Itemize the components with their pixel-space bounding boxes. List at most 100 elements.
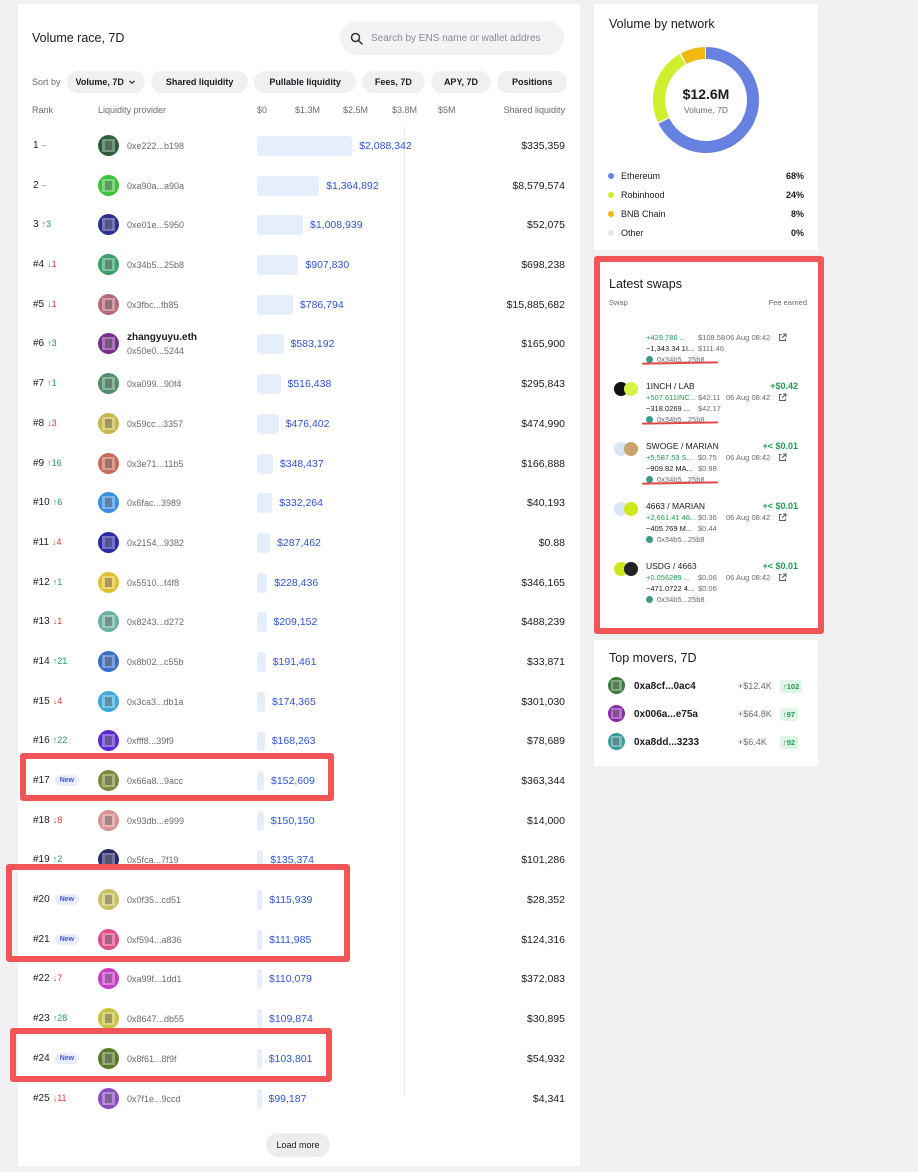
avatar[interactable] (98, 770, 119, 791)
avatar[interactable] (98, 730, 119, 752)
avatar[interactable] (98, 1008, 119, 1030)
table-row[interactable]: #7 ↑1 0xa099...90f4 $516,438 $295,843 (18, 364, 580, 404)
provider-address[interactable]: 0x0f35...cd51 (127, 895, 181, 905)
sort-pullable-liquidity-button[interactable]: Pullable liquidity (254, 71, 356, 93)
external-link-icon[interactable] (778, 453, 787, 462)
table-row[interactable]: #10 ↑6 0x6fac...3989 $332,264 $40,193 (18, 483, 580, 523)
table-row[interactable]: #20 New 0x0f35...cd51 $115,939 $28,352 (18, 880, 580, 920)
search-box[interactable] (340, 21, 564, 55)
table-row[interactable]: #13 ↓1 0x8243...d272 $209,152 $488,239 (18, 602, 580, 642)
table-row[interactable]: #16 ↑22 0xfff8...39f9 $168,263 $78,689 (18, 721, 580, 761)
swap-item[interactable]: USDG / 4663 +< $0.01 +0.056289 ... $0.06 −47… (600, 546, 818, 606)
avatar[interactable] (98, 650, 119, 672)
swap-wallet[interactable]: 0x34b5...25b8 (646, 595, 705, 604)
swap-item[interactable]: ON / 1INCH+$0.25 (600, 606, 818, 612)
provider-address[interactable]: 0x3fbc...fb85 (127, 300, 179, 310)
table-row[interactable]: #8 ↓3 0x59cc...3357 $476,402 $474,990 (18, 404, 580, 444)
mover-address[interactable]: 0x006a...e75a (634, 709, 698, 720)
avatar[interactable] (98, 135, 119, 156)
mover-address[interactable]: 0xa8dd...3233 (634, 737, 699, 748)
provider-address[interactable]: 0xe222...b198 (127, 141, 184, 151)
table-row[interactable]: #5 ↓1 0x3fbc...fb85 $786,794 $15,885,682 (18, 285, 580, 325)
provider-address[interactable]: 0x5510...f4f8 (127, 578, 179, 588)
provider-address[interactable]: 0xe01e...5950 (127, 220, 184, 230)
avatar[interactable] (98, 809, 119, 831)
swap-wallet[interactable]: 0x34b5...25b8 (646, 535, 705, 544)
load-more-button[interactable]: Load more (266, 1133, 330, 1157)
search-input[interactable] (371, 32, 551, 44)
provider-address[interactable]: 0x3ca3...db1a (127, 697, 184, 707)
sort-fees-7d-button[interactable]: Fees, 7D (361, 71, 425, 93)
avatar[interactable] (98, 849, 119, 871)
avatar[interactable] (98, 254, 119, 276)
provider-address[interactable]: 0xa99f...1dd1 (127, 974, 182, 984)
sort-positions-button[interactable]: Positions (496, 71, 568, 93)
avatar[interactable] (98, 492, 119, 514)
provider-address[interactable]: 0x3e71...11b5 (127, 459, 183, 469)
table-row[interactable]: #14 ↑21 0x8b02...c55b $191,461 $33,871 (18, 642, 580, 682)
provider-address[interactable]: 0x59cc...3357 (127, 419, 183, 429)
table-row[interactable]: #22 ↓7 0xa99f...1dd1 $110,079 $372,083 (18, 959, 580, 999)
provider-address[interactable]: 0x34b5...25b8 (127, 260, 184, 270)
swap-item[interactable]: 4663 / MARIAN +< $0.01 +2,661.41 46... $0.3… (600, 486, 818, 546)
table-row[interactable]: #12 ↑1 0x5510...f4f8 $228,436 $346,165 (18, 563, 580, 603)
avatar[interactable] (98, 174, 119, 196)
mover-item[interactable]: 0xa8cf...0ac4 +$12.4K ↑102 (608, 677, 804, 697)
provider-address[interactable]: 0x8f61...8f9f (127, 1054, 177, 1064)
avatar[interactable] (98, 968, 119, 990)
swap-item[interactable]: SWOGE / MARIAN +< $0.01 +5,587.53 S... $0.7… (600, 426, 818, 486)
provider-address[interactable]: 0x5fca...7f19 (127, 855, 179, 865)
mover-item[interactable]: 0xa8dd...3233 +$6.4K ↑92 (608, 733, 804, 753)
external-link-icon[interactable] (778, 393, 787, 402)
external-link-icon[interactable] (778, 513, 787, 522)
sort-volume-7d-button[interactable]: Volume, 7D (66, 71, 145, 93)
table-row[interactable]: #21 New 0xf594...a836 $111,985 $124,316 (18, 920, 580, 960)
table-row[interactable]: 2– 0xa90a...a90a $1,364,892 $8,579,574 (18, 166, 580, 206)
avatar[interactable] (98, 214, 119, 236)
avatar[interactable] (98, 1087, 119, 1109)
provider-address[interactable]: 0x8647...db55 (127, 1014, 184, 1024)
table-row[interactable]: #23 ↑28 0x8647...db55 $109,874 $30,895 (18, 999, 580, 1039)
sort-shared-liquidity-button[interactable]: Shared liquidity (150, 71, 249, 93)
avatar[interactable] (98, 293, 119, 315)
avatar[interactable] (98, 412, 119, 434)
provider-address[interactable]: 0xa099...90f4 (127, 379, 182, 389)
table-row[interactable]: 1– 0xe222...b198 $2,088,342 $335,359 (18, 126, 580, 166)
provider-address[interactable]: 0x93db...e999 (127, 816, 184, 826)
avatar[interactable] (98, 611, 119, 633)
provider-ens-name[interactable]: zhangyuyu.eth (127, 332, 197, 343)
provider-address[interactable]: 0x50e0...5244 (127, 346, 184, 356)
avatar[interactable] (98, 889, 119, 911)
table-row[interactable]: #24 New 0x8f61...8f9f $103,801 $54,932 (18, 1039, 580, 1079)
avatar[interactable] (98, 333, 119, 355)
table-row[interactable]: #17 New 0x66a8...9acc $152,609 $363,344 (18, 761, 580, 801)
provider-address[interactable]: 0x66a8...9acc (127, 776, 183, 786)
table-row[interactable]: #19 ↑2 0x5fca...7f19 $135,374 $101,286 (18, 840, 580, 880)
table-row[interactable]: 3 ↑3 0xe01e...5950 $1,008,939 $52,075 (18, 205, 580, 245)
provider-address[interactable]: 0x6fac...3989 (127, 498, 181, 508)
provider-address[interactable]: 0x8243...d272 (127, 617, 184, 627)
mover-item[interactable]: 0x006a...e75a +$64.8K ↑97 (608, 705, 804, 725)
provider-address[interactable]: 0xa90a...a90a (127, 181, 184, 191)
table-row[interactable]: #15 ↓4 0x3ca3...db1a $174,365 $301,030 (18, 682, 580, 722)
table-row[interactable]: #18 ↓8 0x93db...e999 $150,150 $14,000 (18, 801, 580, 841)
mover-address[interactable]: 0xa8cf...0ac4 (634, 681, 696, 692)
avatar[interactable] (98, 452, 119, 474)
avatar[interactable] (98, 1047, 119, 1069)
sort-apy-7d-button[interactable]: APY, 7D (430, 71, 491, 93)
avatar[interactable] (98, 928, 119, 950)
provider-address[interactable]: 0x8b02...c55b (127, 657, 184, 667)
avatar[interactable] (98, 373, 119, 395)
provider-address[interactable]: 0x7f1e...9ccd (127, 1094, 181, 1104)
provider-address[interactable]: 0xf594...a836 (127, 935, 182, 945)
avatar[interactable] (98, 690, 119, 712)
external-link-icon[interactable] (778, 333, 787, 342)
external-link-icon[interactable] (778, 573, 787, 582)
table-row[interactable]: #11 ↓4 0x2154...9382 $287,462 $0.88 (18, 523, 580, 563)
avatar[interactable] (98, 531, 119, 553)
table-row[interactable]: #6 ↑3 zhangyuyu.eth 0x50e0...5244 $583,192 $1… (18, 324, 580, 364)
provider-address[interactable]: 0xfff8...39f9 (127, 736, 174, 746)
table-row[interactable]: #25 ↓11 0x7f1e...9ccd $99,187 $4,341 (18, 1079, 580, 1119)
swaps-list[interactable]: +429.786 ... $108.58 −1,343.34 1I... $111.4… (600, 318, 818, 612)
swap-item[interactable]: 1INCH / LAB +$0.42 +507.611INC... $42.11 −31… (600, 366, 818, 426)
